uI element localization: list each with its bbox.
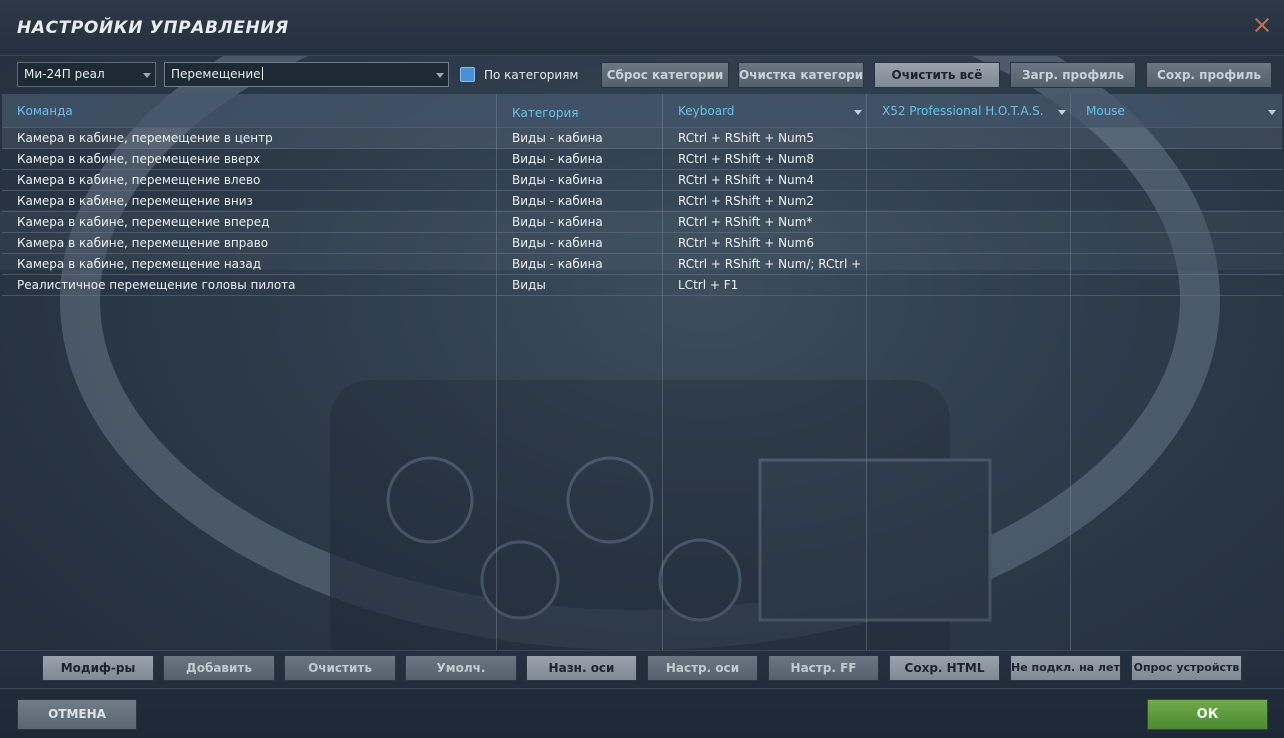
column-header-mouse[interactable]: Mouse bbox=[1086, 104, 1280, 118]
cell-category: Виды - кабина bbox=[512, 152, 603, 166]
cell-category: Виды - кабина bbox=[512, 257, 603, 271]
ff-tune-button[interactable]: Настр. FF bbox=[768, 655, 879, 681]
cell-keyboard: RCtrl + RShift + Num8 bbox=[678, 152, 814, 166]
reset-category-button[interactable]: Сброс категории bbox=[601, 62, 729, 88]
save-html-button[interactable]: Сохр. HTML bbox=[889, 655, 1000, 681]
table-row[interactable]: Камера в кабине, перемещение назад Виды -… bbox=[2, 254, 1282, 275]
cell-category: Виды - кабина bbox=[512, 173, 603, 187]
cell-keyboard: LCtrl + F1 bbox=[678, 278, 739, 292]
cell-command: Камера в кабине, перемещение вперед bbox=[17, 215, 270, 229]
controls-settings-window: НАСТРОЙКИ УПРАВЛЕНИЯ Ми-24П реал Перемещ… bbox=[0, 0, 1284, 738]
axis-tune-button[interactable]: Настр. оси bbox=[647, 655, 758, 681]
chevron-down-icon bbox=[143, 73, 151, 78]
cell-keyboard: RCtrl + RShift + Num/; RCtrl + R bbox=[678, 257, 864, 271]
column-header-category[interactable]: Категория bbox=[512, 106, 662, 120]
clear-category-button[interactable]: Очистка категории bbox=[738, 62, 864, 88]
window-title: НАСТРОЙКИ УПРАВЛЕНИЯ bbox=[17, 18, 289, 38]
cell-keyboard: RCtrl + RShift + Num5 bbox=[678, 131, 814, 145]
column-header-keyboard[interactable]: Keyboard bbox=[678, 104, 866, 118]
cell-keyboard: RCtrl + RShift + Num2 bbox=[678, 194, 814, 208]
table-row[interactable]: Камера в кабине, перемещение вверх Виды -… bbox=[2, 149, 1282, 170]
ok-button[interactable]: ОК bbox=[1147, 699, 1268, 730]
chevron-down-icon bbox=[1268, 110, 1276, 115]
column-header-mouse-label: Mouse bbox=[1086, 104, 1125, 118]
modifiers-button[interactable]: Модиф-ры bbox=[42, 655, 154, 681]
cell-command: Камера в кабине, перемещение вниз bbox=[17, 194, 253, 208]
table-row[interactable]: Камера в кабине, перемещение вправо Виды … bbox=[2, 233, 1282, 254]
footer-divider bbox=[0, 688, 1284, 689]
cell-keyboard: RCtrl + RShift + Num6 bbox=[678, 236, 814, 250]
clear-all-button[interactable]: Очистить всё bbox=[874, 62, 1000, 88]
close-icon[interactable] bbox=[1254, 17, 1270, 33]
cancel-button[interactable]: ОТМЕНА bbox=[17, 699, 137, 730]
table-row[interactable]: Реалистичное перемещение головы пилота Ви… bbox=[2, 275, 1282, 296]
table-header: Команда Категория Keyboard X52 Professio… bbox=[2, 94, 1282, 128]
cell-keyboard: RCtrl + RShift + Num4 bbox=[678, 173, 814, 187]
cell-category: Виды - кабина bbox=[512, 194, 603, 208]
by-category-checkbox[interactable] bbox=[460, 67, 475, 82]
aircraft-select[interactable]: Ми-24П реал bbox=[17, 62, 156, 87]
chevron-down-icon bbox=[1058, 110, 1066, 115]
category-filter-input[interactable]: Перемещение bbox=[164, 62, 449, 87]
load-profile-button[interactable]: Загр. профиль bbox=[1010, 62, 1136, 88]
column-header-joystick[interactable]: X52 Professional H.O.T.A.S. bbox=[882, 104, 1070, 118]
chevron-down-icon bbox=[854, 110, 862, 115]
category-filter-value: Перемещение bbox=[171, 67, 261, 81]
table-row[interactable]: Камера в кабине, перемещение вперед Виды … bbox=[2, 212, 1282, 233]
cell-keyboard: RCtrl + RShift + Num* bbox=[678, 215, 813, 229]
cell-command: Камера в кабине, перемещение влево bbox=[17, 173, 261, 187]
table-row[interactable]: Камера в кабине, перемещение в центр Виды… bbox=[2, 128, 1282, 149]
table-row[interactable]: Камера в кабине, перемещение вниз Виды - … bbox=[2, 191, 1282, 212]
column-header-joystick-label: X52 Professional H.O.T.A.S. bbox=[882, 104, 1044, 118]
cell-command: Камера в кабине, перемещение вверх bbox=[17, 152, 261, 166]
cell-command: Камера в кабине, перемещение в центр bbox=[17, 131, 273, 145]
cell-command: Камера в кабине, перемещение назад bbox=[17, 257, 262, 271]
cell-command: Реалистичное перемещение головы пилота bbox=[17, 278, 296, 292]
text-caret bbox=[261, 67, 263, 80]
default-button[interactable]: Умолч. bbox=[405, 655, 517, 681]
not-connected-button[interactable]: Не подкл. на лету bbox=[1010, 655, 1121, 681]
cell-command: Камера в кабине, перемещение вправо bbox=[17, 236, 269, 250]
assign-axis-button[interactable]: Назн. оси bbox=[526, 655, 637, 681]
add-button[interactable]: Добавить bbox=[163, 655, 275, 681]
cell-category: Виды - кабина bbox=[512, 236, 603, 250]
by-category-label: По категориям bbox=[484, 68, 579, 82]
cell-category: Виды - кабина bbox=[512, 131, 603, 145]
cell-category: Виды bbox=[512, 278, 546, 292]
cell-category: Виды - кабина bbox=[512, 215, 603, 229]
poll-devices-button[interactable]: Опрос устройств bbox=[1131, 655, 1242, 681]
clear-button[interactable]: Очистить bbox=[284, 655, 396, 681]
save-profile-button[interactable]: Сохр. профиль bbox=[1146, 62, 1272, 88]
bindings-table: Команда Категория Keyboard X52 Professio… bbox=[2, 94, 1282, 650]
aircraft-select-value: Ми-24П реал bbox=[24, 67, 105, 81]
column-header-keyboard-label: Keyboard bbox=[678, 104, 735, 118]
table-row[interactable]: Камера в кабине, перемещение влево Виды -… bbox=[2, 170, 1282, 191]
title-bar: НАСТРОЙКИ УПРАВЛЕНИЯ bbox=[0, 0, 1284, 56]
column-header-command[interactable]: Команда bbox=[17, 104, 497, 118]
chevron-down-icon bbox=[436, 73, 444, 78]
